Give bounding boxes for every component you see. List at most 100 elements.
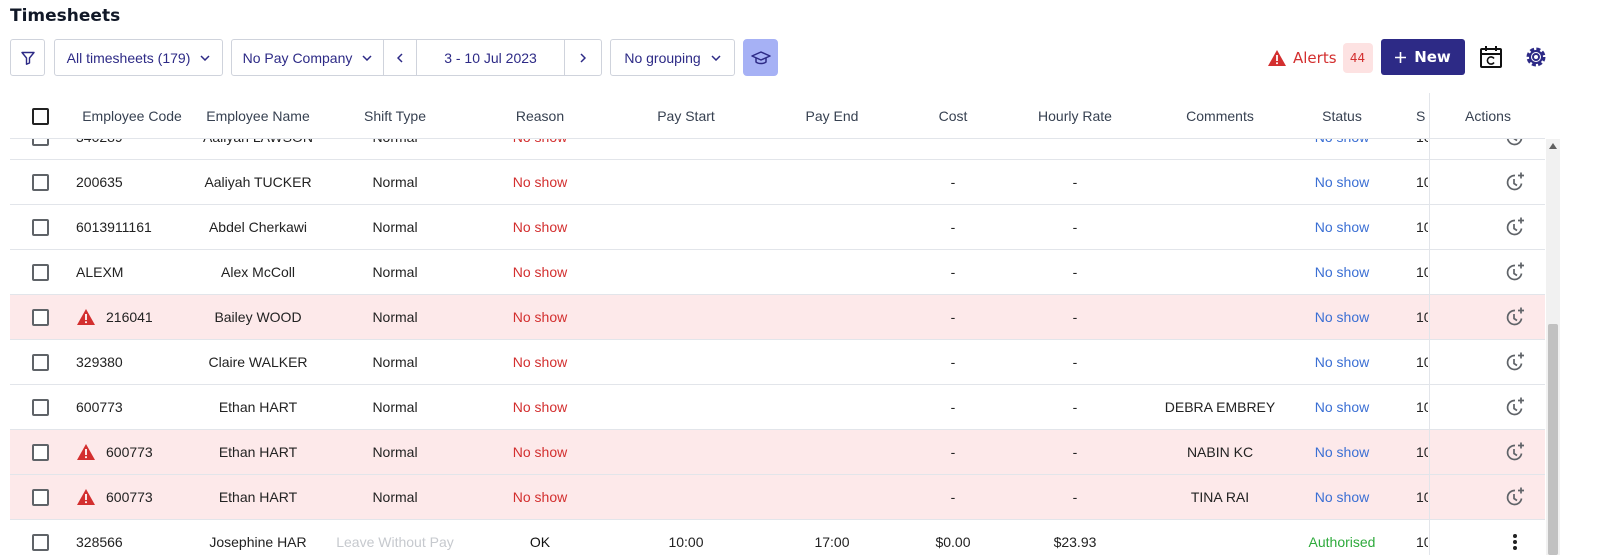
row-select-cell[interactable]: [30, 430, 50, 474]
col-cost[interactable]: Cost: [913, 93, 993, 139]
calendar-button[interactable]: [1478, 44, 1504, 70]
cell-text: -: [1072, 444, 1078, 460]
row-select-cell[interactable]: [30, 340, 50, 384]
select-all-cell[interactable]: [30, 93, 50, 139]
cell-extra: 10: [1416, 139, 1428, 159]
cell-status: No show: [1292, 160, 1392, 204]
cell-shift: Normal: [330, 160, 460, 204]
chevron-right-icon: [580, 52, 586, 63]
alerts-button[interactable]: Alerts 44: [1267, 39, 1373, 76]
table-row[interactable]: 216041 Bailey WOOD Normal No show - - No show 1…: [10, 295, 1545, 340]
col-pay-end[interactable]: Pay End: [782, 93, 882, 139]
add-clock-icon[interactable]: [1500, 205, 1530, 249]
table-row[interactable]: 329380 Claire WALKER Normal No show - - No sho…: [10, 340, 1545, 385]
col-reason[interactable]: Reason: [490, 93, 590, 139]
learning-button[interactable]: [743, 39, 778, 76]
add-clock-icon[interactable]: [1500, 139, 1530, 159]
col-employee-code[interactable]: Employee Code: [76, 93, 188, 139]
row-checkbox[interactable]: [31, 263, 49, 281]
add-clock-icon[interactable]: [1500, 160, 1530, 204]
filter-button[interactable]: [10, 39, 45, 76]
cell-text: -: [950, 489, 956, 505]
cell-text: Normal: [372, 219, 418, 235]
select-all-checkbox[interactable]: [31, 107, 49, 125]
cell-text: No show: [1314, 309, 1370, 325]
cell-reason: No show: [490, 250, 590, 294]
scroll-up-arrow[interactable]: [1549, 143, 1557, 149]
cell-text: No show: [1314, 489, 1370, 505]
row-checkbox[interactable]: [31, 443, 49, 461]
col-employee-name[interactable]: Employee Name: [198, 93, 318, 139]
scroll-thumb[interactable]: [1548, 324, 1558, 555]
more-actions-icon[interactable]: [1500, 520, 1530, 555]
row-select-cell[interactable]: [30, 520, 50, 555]
cell-pay-end: [782, 340, 882, 384]
cell-shift: Normal: [330, 475, 460, 519]
col-truncated[interactable]: S: [1416, 93, 1428, 139]
timesheet-filter-select[interactable]: All timesheets (179): [54, 39, 223, 76]
row-select-cell[interactable]: [30, 385, 50, 429]
cell-rate: -: [1020, 475, 1130, 519]
row-checkbox[interactable]: [31, 398, 49, 416]
row-checkbox[interactable]: [31, 353, 49, 371]
table-row[interactable]: 200635 Aaliyah TUCKER Normal No show - - No sh…: [10, 160, 1545, 205]
row-checkbox[interactable]: [31, 139, 49, 146]
cell-text: Ethan HART: [218, 489, 298, 505]
table-row[interactable]: 600773 Ethan HART Normal No show - - DEBRA EMB…: [10, 385, 1545, 430]
pay-company-select[interactable]: No Pay Company: [231, 39, 384, 76]
chevron-down-icon: [200, 54, 210, 61]
date-next-button[interactable]: [564, 39, 602, 76]
add-clock-icon[interactable]: [1500, 250, 1530, 294]
add-clock-icon[interactable]: [1500, 430, 1530, 474]
cell-text: -: [1072, 354, 1078, 370]
row-select-cell[interactable]: [30, 160, 50, 204]
row-checkbox[interactable]: [31, 218, 49, 236]
cell-text: Ethan HART: [218, 399, 298, 415]
cell-pay-start: [636, 430, 736, 474]
row-select-cell[interactable]: [30, 139, 50, 159]
table-row[interactable]: 328566 Josephine HAR Leave Without Pay OK 10…: [10, 520, 1545, 555]
row-checkbox[interactable]: [31, 173, 49, 191]
row-checkbox[interactable]: [31, 488, 49, 506]
row-select-cell[interactable]: [30, 295, 50, 339]
col-hourly-rate[interactable]: Hourly Rate: [1020, 93, 1130, 139]
date-range-label[interactable]: 3 - 10 Jul 2023: [416, 39, 565, 76]
date-prev-button[interactable]: [383, 39, 417, 76]
row-select-cell[interactable]: [30, 475, 50, 519]
row-select-cell[interactable]: [30, 250, 50, 294]
new-button[interactable]: New: [1381, 39, 1465, 75]
vertical-scrollbar[interactable]: [1546, 139, 1560, 555]
cell-pay-end: [782, 385, 882, 429]
warning-icon[interactable]: [76, 488, 96, 506]
col-status[interactable]: Status: [1292, 93, 1392, 139]
cell-pay-start: [636, 475, 736, 519]
add-clock-icon[interactable]: [1500, 340, 1530, 384]
cell-cost: -: [913, 250, 993, 294]
cell-status: No show: [1292, 430, 1392, 474]
table-row[interactable]: 340289 Aaliyah LAWSON Normal No show No show…: [10, 139, 1545, 160]
table-row[interactable]: 600773 Ethan HART Normal No show - - TINA RAI N…: [10, 475, 1545, 520]
cell-text: 10:00: [668, 534, 704, 550]
add-clock-icon[interactable]: [1500, 475, 1530, 519]
row-select-cell[interactable]: [30, 205, 50, 249]
cell-text: Authorised: [1308, 534, 1376, 550]
cell-text: -: [950, 309, 956, 325]
warning-icon[interactable]: [76, 443, 96, 461]
cell-text: Normal: [372, 174, 418, 190]
toolbar: All timesheets (179) No Pay Company 3 - …: [10, 39, 1603, 76]
settings-button[interactable]: [1522, 43, 1550, 71]
col-pay-start[interactable]: Pay Start: [636, 93, 736, 139]
add-clock-icon[interactable]: [1500, 385, 1530, 429]
grouping-select[interactable]: No grouping: [610, 39, 735, 76]
row-checkbox[interactable]: [31, 533, 49, 551]
add-clock-icon[interactable]: [1500, 295, 1530, 339]
cell-text: -: [950, 264, 956, 280]
warning-icon[interactable]: [76, 308, 96, 326]
table-row[interactable]: 600773 Ethan HART Normal No show - - NABIN KC N…: [10, 430, 1545, 475]
table-row[interactable]: ALEXM Alex McColl Normal No show - - No show 10: [10, 250, 1545, 295]
timesheet-table-body: 340289 Aaliyah LAWSON Normal No show No show…: [10, 139, 1545, 555]
col-comments[interactable]: Comments: [1160, 93, 1280, 139]
table-row[interactable]: 6013911161 Abdel Cherkawi Normal No show - - N…: [10, 205, 1545, 250]
row-checkbox[interactable]: [31, 308, 49, 326]
col-shift-type[interactable]: Shift Type: [340, 93, 450, 139]
